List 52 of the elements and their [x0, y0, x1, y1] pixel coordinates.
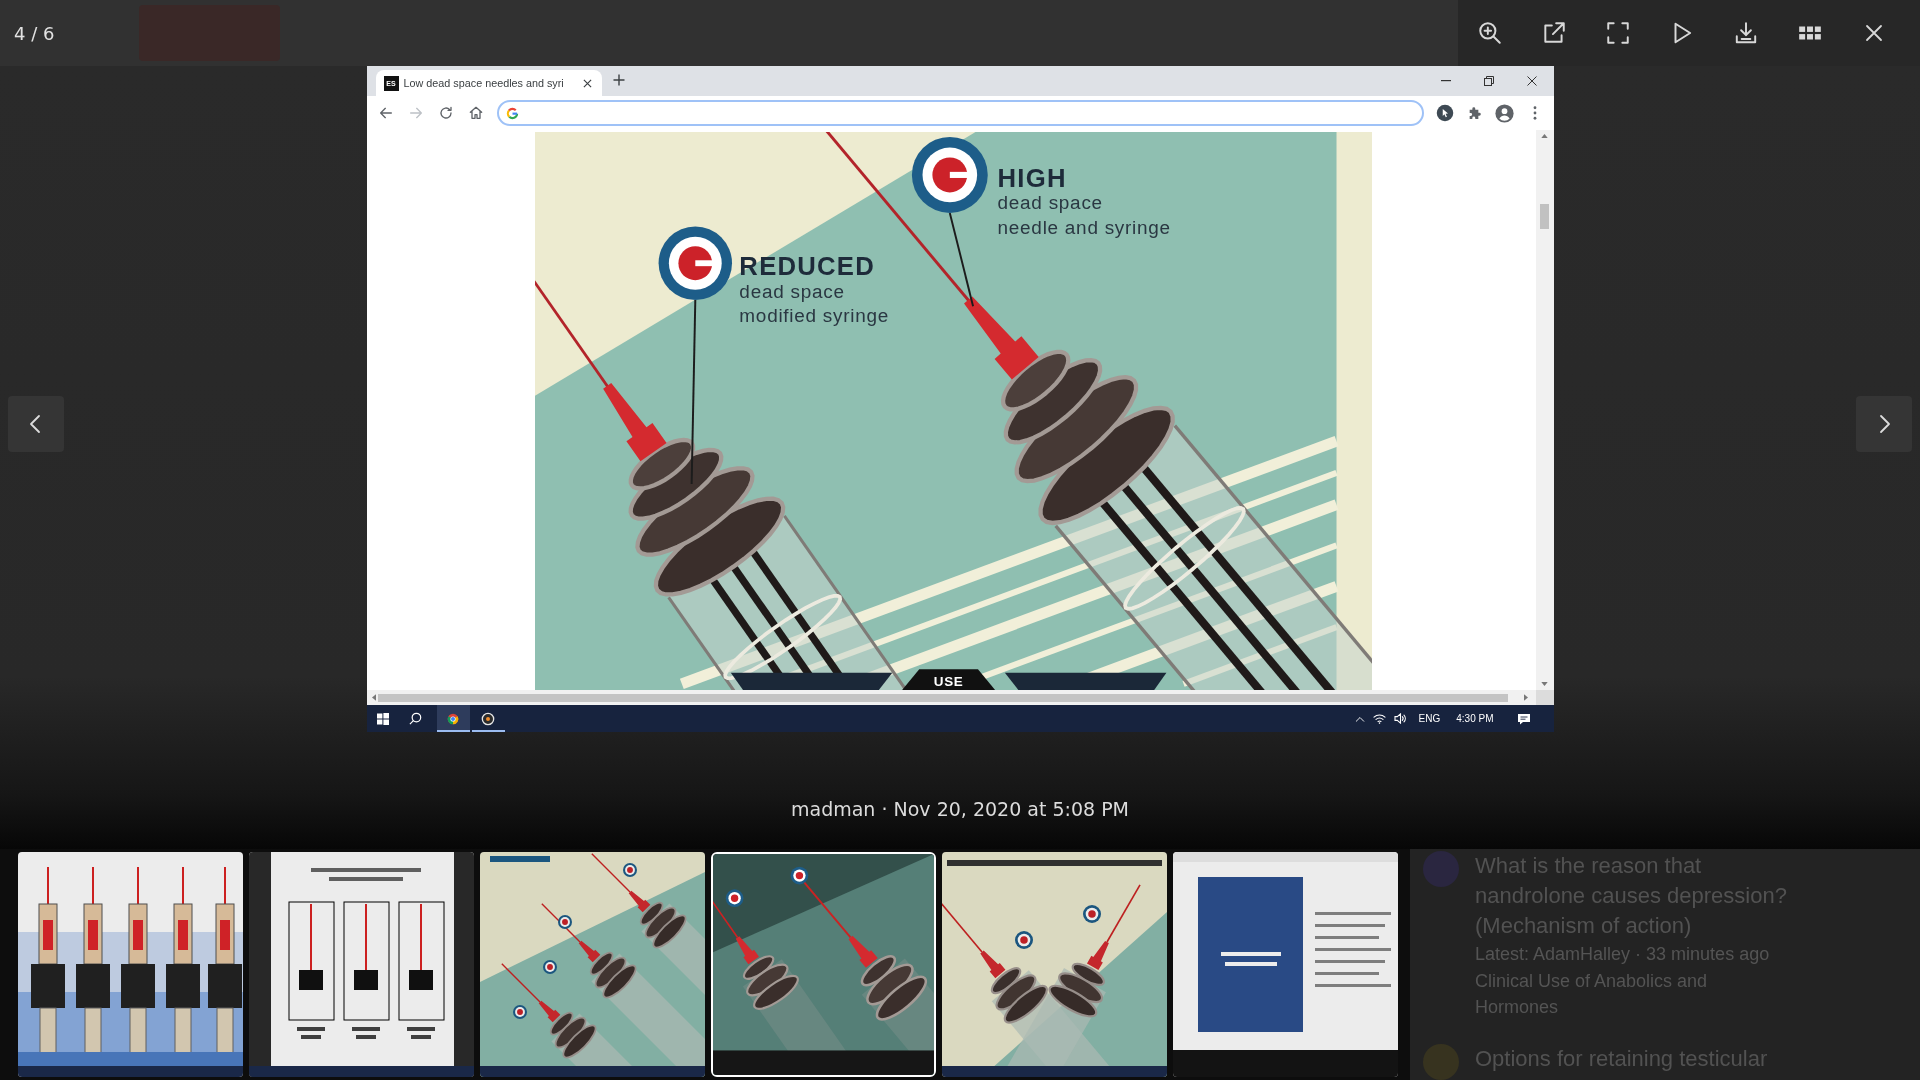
scrollbar-thumb[interactable]	[377, 693, 1508, 702]
language-indicator[interactable]: ENG	[1410, 711, 1449, 726]
close-icon	[1527, 76, 1537, 86]
triangle-left-icon	[371, 694, 376, 701]
search-icon	[409, 712, 422, 725]
chevron-up-icon	[1354, 715, 1365, 722]
triangle-up-icon	[1541, 134, 1548, 138]
thumbnail[interactable]	[480, 852, 705, 1077]
external-link-icon	[1541, 20, 1567, 46]
clock[interactable]: 4:30 PM	[1448, 711, 1502, 726]
vertical-scrollbar[interactable]	[1535, 130, 1554, 690]
thumbnail[interactable]	[942, 852, 1167, 1077]
zoom-in-icon	[1477, 20, 1503, 46]
thumbnail[interactable]	[249, 852, 474, 1077]
triangle-down-icon	[1541, 682, 1548, 686]
arrow-left-icon	[377, 105, 394, 121]
horizontal-scrollbar[interactable]	[366, 690, 1554, 705]
kebab-menu-icon	[1532, 106, 1537, 120]
label-heading: HIGH	[997, 164, 1067, 193]
triangle-right-icon	[1523, 694, 1528, 701]
browser-app-button[interactable]	[436, 705, 470, 732]
thumbnail[interactable]	[711, 852, 936, 1077]
close-icon	[583, 78, 592, 88]
cursor-badge-icon	[1435, 104, 1454, 122]
label-text: dead space modified syringe	[738, 280, 889, 327]
arrow-right-icon	[407, 105, 424, 121]
plus-icon	[612, 74, 625, 86]
speaker-icon	[1393, 713, 1407, 724]
thumbnail[interactable]	[1173, 852, 1398, 1077]
wifi-icon	[1372, 713, 1386, 724]
image-counter: 4 / 6	[13, 21, 55, 46]
scrollbar-thumb[interactable]	[1540, 204, 1549, 229]
reload-icon	[437, 105, 454, 121]
g-logo-icon	[505, 106, 519, 120]
home-icon	[467, 105, 484, 121]
label-text: dead space needle and syringe	[997, 192, 1171, 238]
scrollbar-corner	[1535, 690, 1554, 705]
image-caption: madman · Nov 20, 2020 at 5:08 PM	[791, 797, 1129, 822]
thumbnail[interactable]	[18, 852, 243, 1077]
download-icon	[1733, 20, 1759, 46]
avatar	[1423, 851, 1459, 887]
four-squares-icon	[376, 712, 389, 725]
label-heading: REDUCED	[738, 252, 875, 281]
fullscreen-icon	[1605, 20, 1631, 46]
message-icon	[1516, 712, 1531, 725]
ring-icon	[480, 710, 496, 727]
restore-icon	[1484, 76, 1494, 86]
banner-label: USE	[933, 674, 963, 690]
person-icon	[1495, 103, 1514, 123]
target-icon	[911, 136, 988, 213]
minimize-icon	[1441, 80, 1451, 82]
target-icon	[658, 226, 732, 300]
